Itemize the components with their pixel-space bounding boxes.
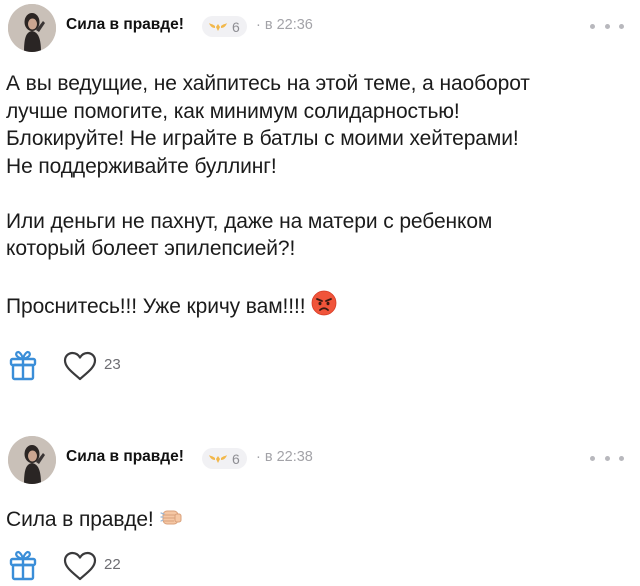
- text-line: Не поддерживайте буллинг!: [6, 154, 277, 178]
- badge: 6: [202, 16, 247, 37]
- paragraph: Сила в правде!: [6, 505, 606, 534]
- comment-actions: 22: [0, 546, 300, 586]
- more-options-icon[interactable]: [590, 448, 624, 468]
- more-options-icon[interactable]: [590, 16, 624, 36]
- text-line: лучше помогите, как минимум солидарность…: [6, 99, 460, 123]
- text-line: Или деньги не пахнут, даже на матери с р…: [6, 209, 493, 233]
- badge-count: 6: [232, 18, 240, 35]
- text-line: который болеет эпилепсией?!: [6, 237, 296, 260]
- timestamp: · в 22:38: [256, 449, 313, 465]
- comment-actions: 23: [0, 346, 300, 386]
- author-name[interactable]: Сила в правде!: [66, 16, 184, 34]
- comment-header: Сила в правде! 6 · в 22:36: [0, 0, 640, 56]
- gift-icon[interactable]: [8, 349, 38, 381]
- comment-header: Сила в правде! 6 · в 22:38: [0, 432, 640, 488]
- avatar-photo: [8, 436, 56, 484]
- text-line: А вы ведущие, не хайпитесь на этой теме,…: [6, 72, 530, 95]
- likes-count: 23: [104, 356, 121, 373]
- text-line: Сила в правде!: [6, 508, 154, 531]
- angry-face-icon: [312, 290, 337, 316]
- paragraph: Или деньги не пахнут, даже на матери с р…: [6, 208, 636, 263]
- timestamp: · в 22:36: [256, 17, 313, 33]
- comment-text: А вы ведущие, не хайпитесь на этой теме,…: [6, 70, 636, 321]
- gift-icon[interactable]: [8, 549, 38, 581]
- avatar-photo: [8, 4, 56, 52]
- author-name[interactable]: Сила в правде!: [66, 448, 184, 466]
- badge-count: 6: [232, 450, 240, 467]
- text-line: Блокируйте! Не играйте в батлы с моими х…: [6, 127, 519, 150]
- fist-icon: [160, 510, 182, 525]
- badge: 6: [202, 448, 247, 469]
- avatar[interactable]: [8, 4, 56, 52]
- paragraph: Проснитесь!!! Уже кричу вам!!!!: [6, 290, 636, 321]
- paragraph: А вы ведущие, не хайпитесь на этой теме,…: [6, 70, 636, 180]
- text-line: Проснитесь!!! Уже кричу вам!!!!: [6, 295, 306, 318]
- heart-icon[interactable]: [62, 550, 98, 582]
- comment-text: Сила в правде!: [6, 505, 606, 534]
- wings-icon: [209, 454, 227, 463]
- heart-icon[interactable]: [62, 350, 98, 382]
- wings-icon: [209, 22, 227, 31]
- likes-count: 22: [104, 556, 121, 573]
- avatar[interactable]: [8, 436, 56, 484]
